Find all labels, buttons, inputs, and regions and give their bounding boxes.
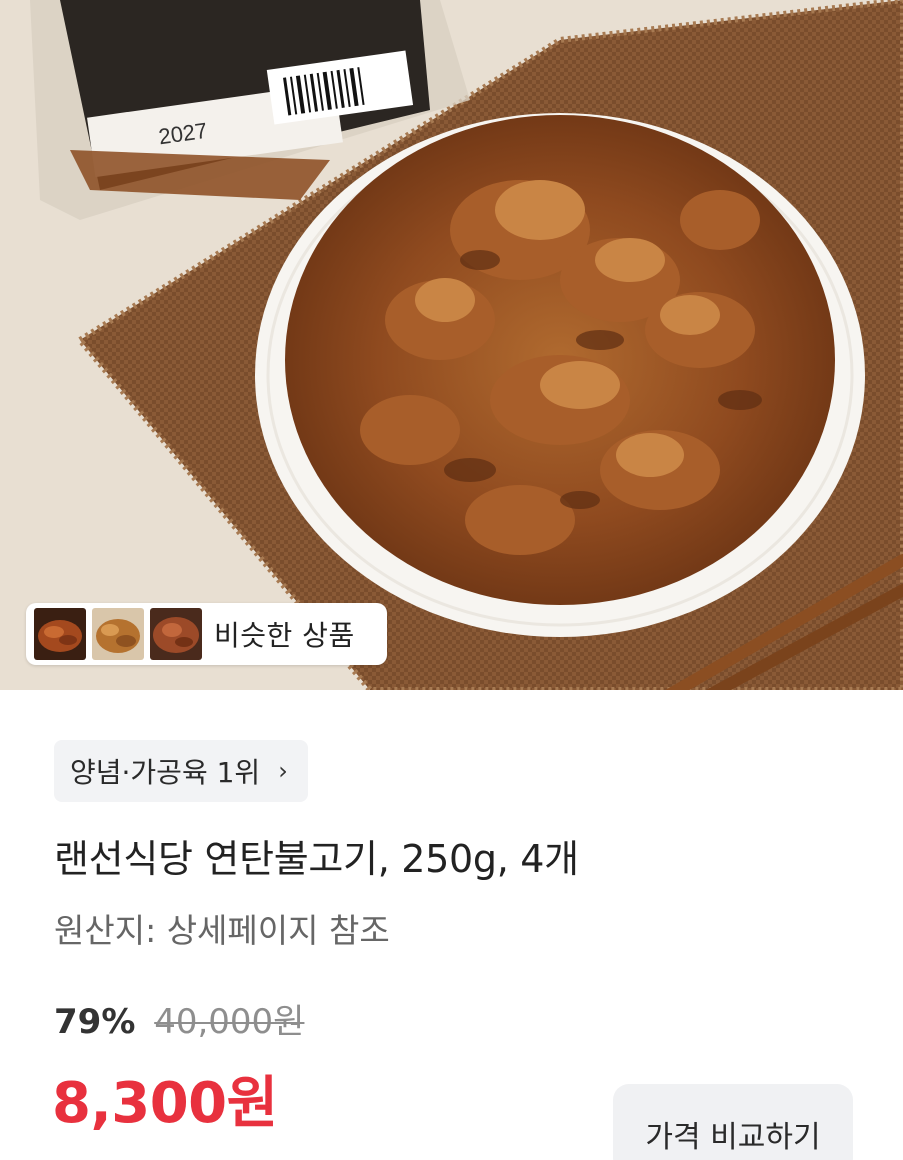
product-title: 랜선식당 연탄불고기, 250g, 4개	[54, 837, 579, 881]
similar-product-thumbnail[interactable]	[34, 608, 86, 660]
product-detail-page: 2027 비슷한 상품 양념·가공육 1위 › 랜선식당 연탄불고기, 250g…	[0, 0, 903, 1160]
discount-row: 79% 40,000원	[54, 994, 304, 1043]
similar-products-button[interactable]: 비슷한 상품	[26, 603, 387, 665]
chevron-right-icon: ›	[278, 757, 288, 785]
sale-price: 8,300원	[52, 1071, 278, 1136]
product-image[interactable]: 2027 비슷한 상품	[0, 0, 903, 690]
price-compare-button[interactable]: 가격 비교하기	[613, 1084, 853, 1160]
similar-products-label: 비슷한 상품	[214, 619, 355, 652]
similar-product-thumbnail[interactable]	[150, 608, 202, 660]
discount-rate: 79%	[54, 1002, 136, 1042]
original-price: 40,000원	[154, 1002, 305, 1042]
category-rank-badge[interactable]: 양념·가공육 1위 ›	[54, 740, 308, 802]
bulgogi-plate-illustration: 2027	[0, 0, 903, 690]
product-info: 양념·가공육 1위 › 랜선식당 연탄불고기, 250g, 4개 원산지: 상세…	[0, 690, 903, 1160]
bulgogi-thumbnail-2-icon	[92, 608, 144, 660]
similar-product-thumbnail[interactable]	[92, 608, 144, 660]
origin-info: 원산지: 상세페이지 참조	[54, 911, 390, 950]
category-rank-label: 양념·가공육 1위	[70, 756, 261, 789]
bulgogi-thumbnail-1-icon	[34, 608, 86, 660]
bulgogi-thumbnail-3-icon	[150, 608, 202, 660]
